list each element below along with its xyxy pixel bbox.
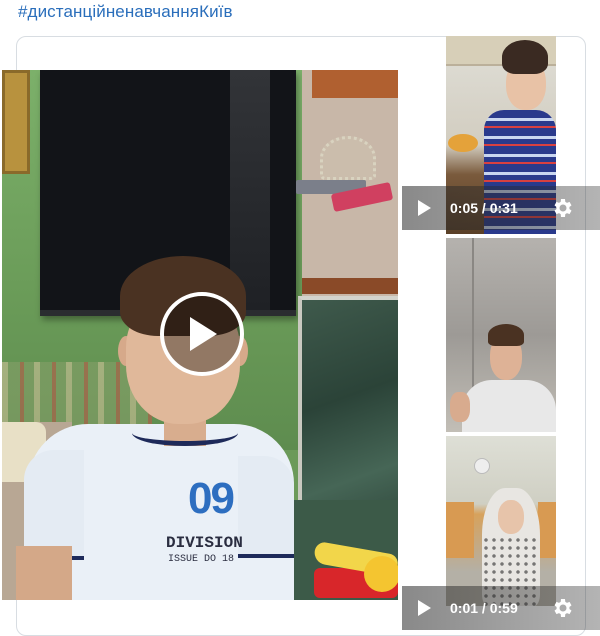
basket xyxy=(320,136,376,180)
current-time: 0:01 xyxy=(450,600,479,616)
fruit-bowl xyxy=(448,134,478,152)
shelf-board xyxy=(302,278,398,294)
boy-sleeve-right xyxy=(238,456,294,558)
play-button-1[interactable] xyxy=(416,199,434,217)
shelf-top xyxy=(312,70,398,98)
time-separator: / xyxy=(478,600,490,616)
video-controls-1: 0:05 / 0:31 xyxy=(402,186,600,230)
gear-icon xyxy=(554,599,572,617)
play-icon xyxy=(418,600,431,616)
video-time-1: 0:05 / 0:31 xyxy=(450,200,518,216)
play-icon xyxy=(418,200,431,216)
video-controls-2: 0:01 / 0:59 xyxy=(402,586,600,630)
white-shirt xyxy=(462,380,556,432)
shirt-print-number: 09 xyxy=(188,474,235,523)
settings-button-2[interactable] xyxy=(550,596,574,620)
boy-arm xyxy=(16,546,72,600)
door-edge xyxy=(472,238,474,388)
main-video[interactable]: 09 DIVISION ISSUE DO 18 xyxy=(2,70,398,600)
video-thumbnail-2[interactable] xyxy=(446,238,556,432)
settings-button-1[interactable] xyxy=(550,196,574,220)
picture-frame xyxy=(2,70,30,174)
play-icon xyxy=(190,317,217,351)
duration: 0:31 xyxy=(489,200,518,216)
shirt-print-text: DIVISION xyxy=(166,534,243,552)
child-face xyxy=(498,500,524,534)
hand xyxy=(450,392,470,422)
boy-hair xyxy=(488,324,524,346)
gear-icon xyxy=(554,199,572,217)
current-time: 0:05 xyxy=(450,200,479,216)
orange xyxy=(364,556,398,592)
time-separator: / xyxy=(478,200,490,216)
kitchen-cabinet xyxy=(446,502,474,558)
main-play-button[interactable] xyxy=(160,292,244,376)
shirt-print-subtext: ISSUE DO 18 xyxy=(168,554,235,565)
ceiling-lamp xyxy=(474,458,490,474)
boy-hair xyxy=(502,40,548,74)
hashtag-link[interactable]: #дистанційненавчанняКиїв xyxy=(18,2,233,22)
video-time-2: 0:01 / 0:59 xyxy=(450,600,518,616)
video-thumbnail-3[interactable] xyxy=(446,436,556,606)
kitchen-cabinet xyxy=(538,502,556,558)
boy-sleeve-left xyxy=(24,450,84,560)
play-button-2[interactable] xyxy=(416,599,434,617)
duration: 0:59 xyxy=(489,600,518,616)
